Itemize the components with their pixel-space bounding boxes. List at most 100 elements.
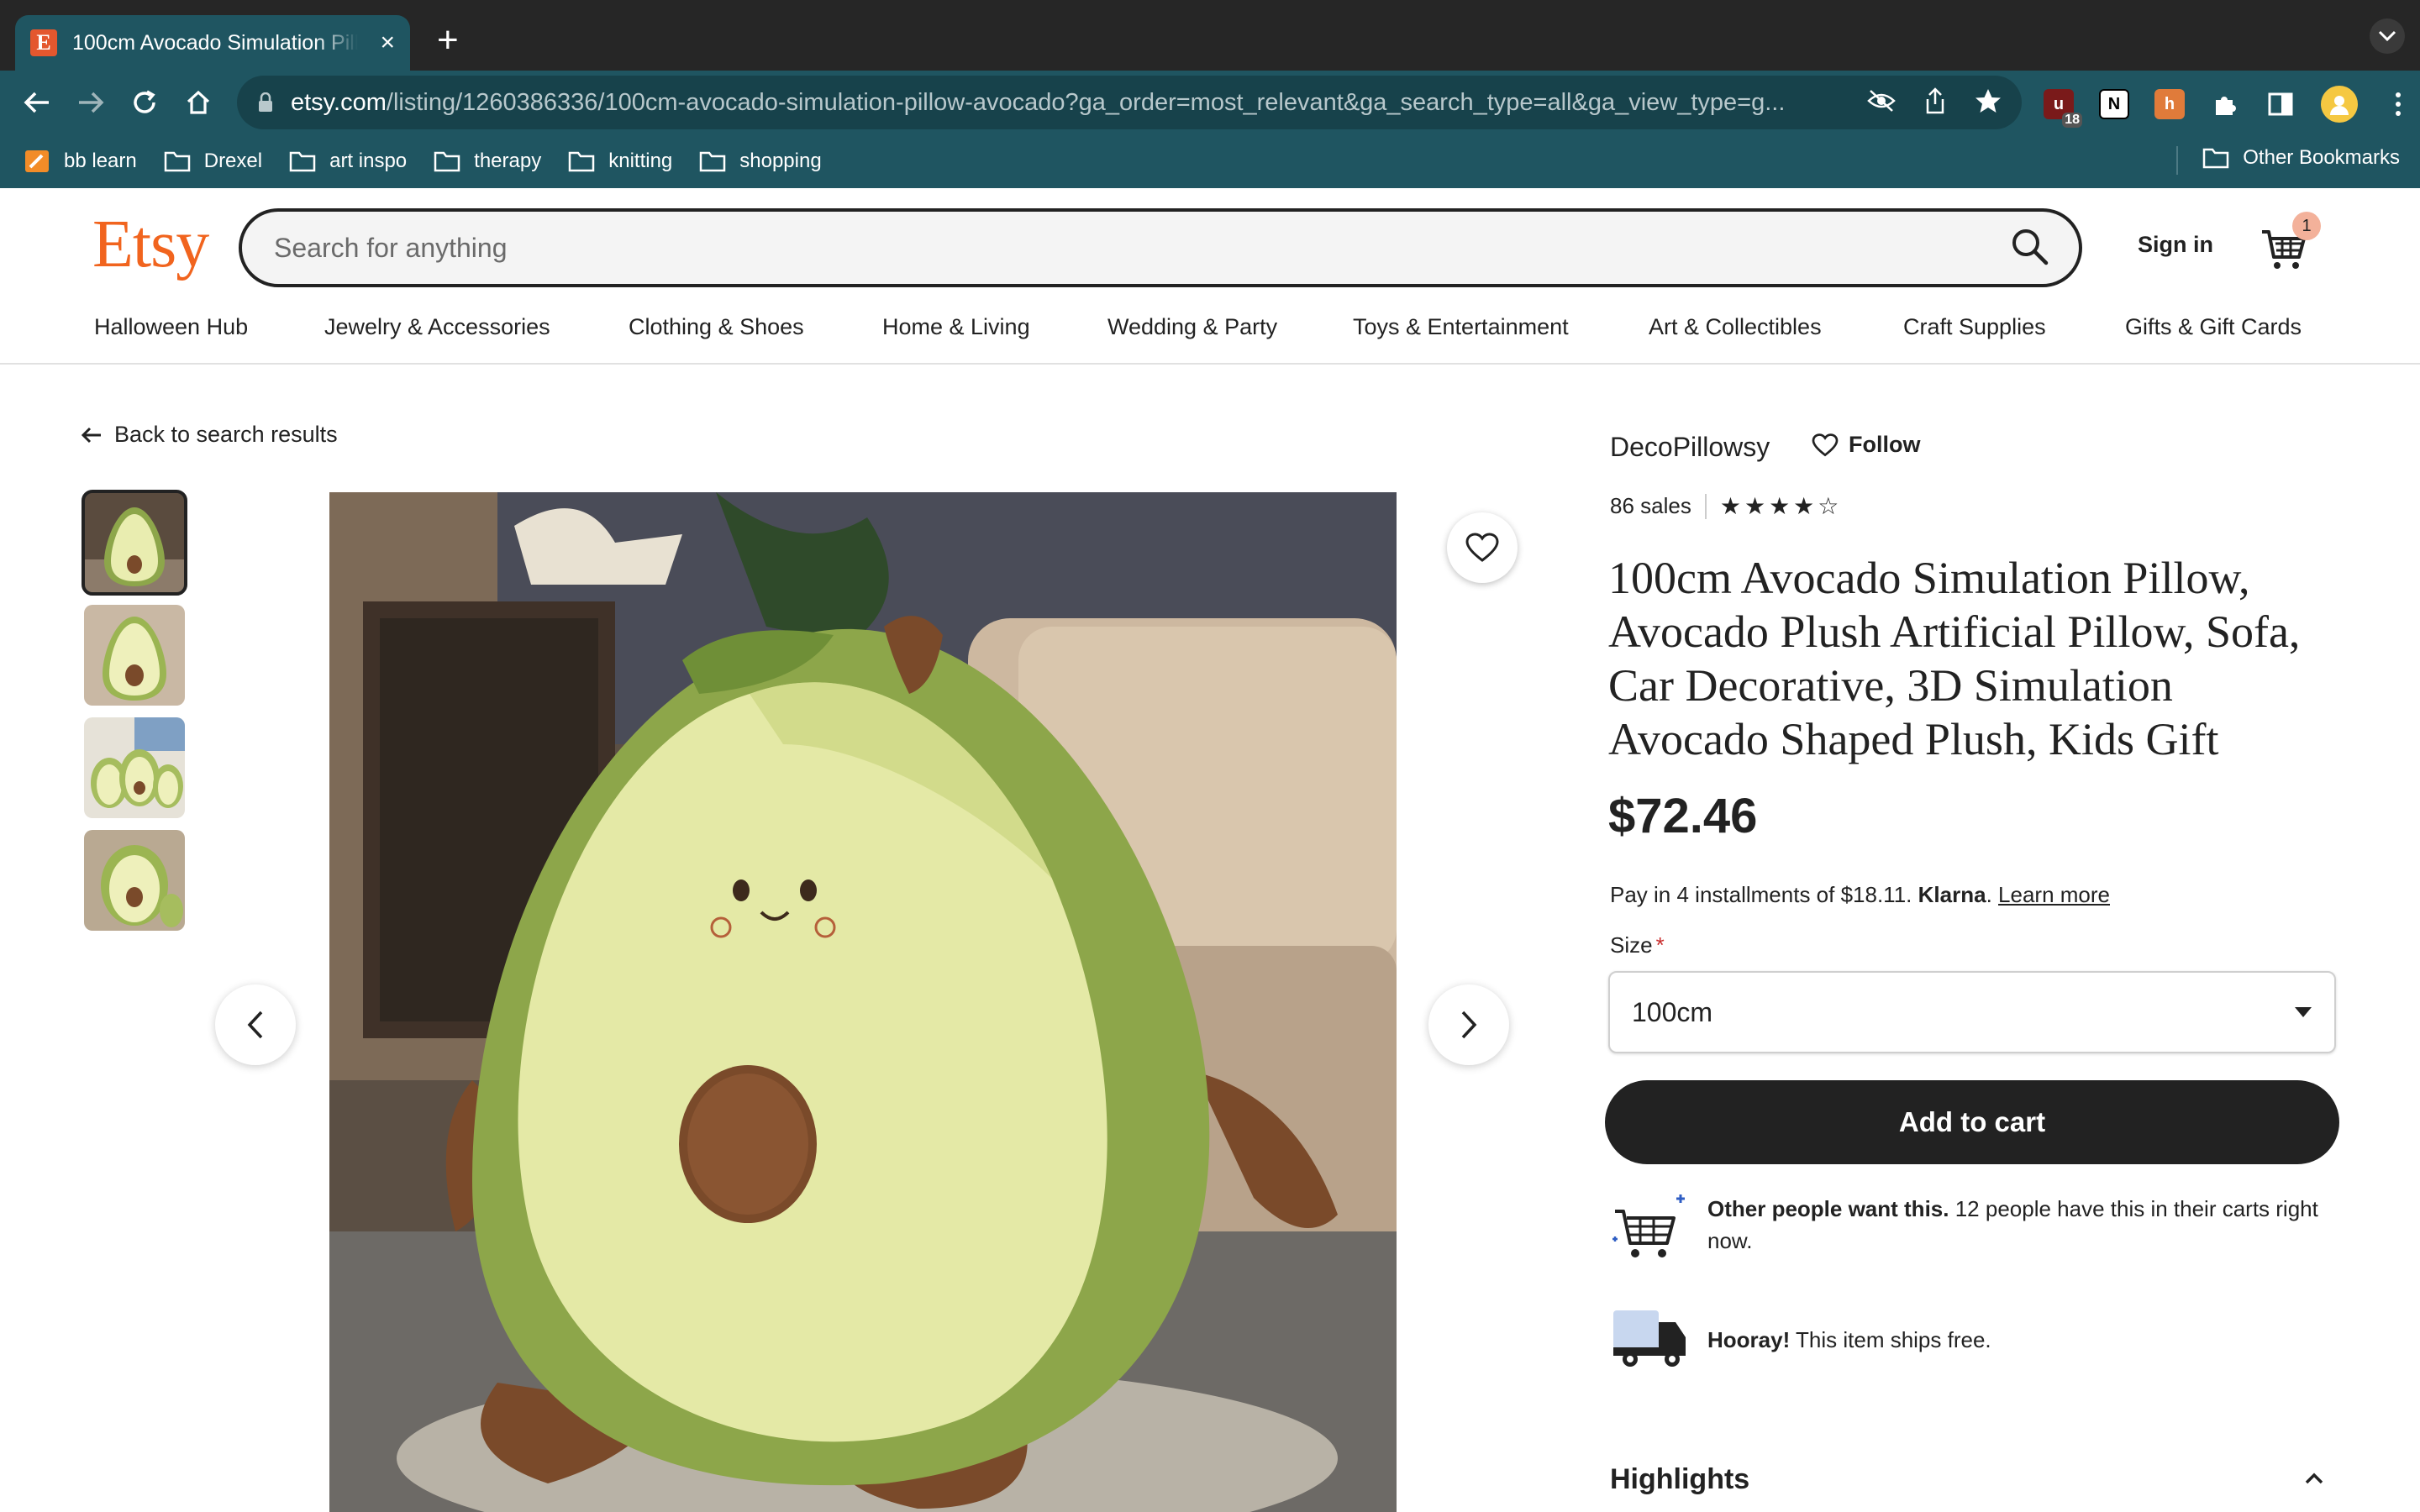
klarna-text: Pay in 4 installments of $18.11. — [1610, 882, 1912, 907]
reload-icon[interactable] — [124, 82, 165, 123]
forward-arrow-icon[interactable] — [71, 82, 111, 123]
pencil-icon — [25, 150, 49, 172]
thumbnail-4[interactable] — [84, 830, 185, 931]
tab-search-chevron-icon[interactable] — [2370, 18, 2405, 54]
category-craft-supplies[interactable]: Craft Supplies — [1903, 314, 2125, 340]
category-wedding-party[interactable]: Wedding & Party — [1107, 314, 1353, 340]
size-label-text: Size — [1610, 932, 1653, 958]
folder-icon — [2203, 148, 2229, 169]
category-home-living[interactable]: Home & Living — [882, 314, 1107, 340]
follow-shop-button[interactable]: Follow — [1812, 432, 1920, 458]
category-art-collectibles[interactable]: Art & Collectibles — [1649, 314, 1903, 340]
delivery-truck-icon — [1613, 1310, 1686, 1367]
back-to-search-link[interactable]: Back to search results — [81, 422, 338, 448]
star-filled-icon: ★ — [1719, 493, 1741, 519]
category-nav: Halloween Hub Jewelry & Accessories Clot… — [94, 314, 2302, 340]
bookmark-folder-therapy[interactable]: therapy — [434, 150, 541, 173]
product-main-image[interactable] — [329, 492, 1397, 1512]
follow-label: Follow — [1849, 432, 1921, 457]
category-gifts-gift-cards[interactable]: Gifts & Gift Cards — [2125, 314, 2302, 340]
next-image-button[interactable] — [1428, 984, 1509, 1065]
search-icon[interactable] — [2010, 227, 2049, 270]
klarna-logo: Klarna — [1918, 882, 1986, 907]
kebab-menu-icon[interactable] — [2383, 89, 2413, 119]
folder-icon — [568, 151, 595, 172]
share-icon[interactable] — [1924, 87, 1946, 118]
highlights-heading[interactable]: Highlights — [1610, 1463, 1749, 1496]
category-toys-entertainment[interactable]: Toys & Entertainment — [1353, 314, 1649, 340]
new-tab-plus-icon[interactable]: + — [437, 22, 459, 59]
shop-stats: 86 sales ★ ★ ★ ★ ☆ — [1610, 492, 1839, 520]
profile-avatar-icon[interactable] — [2321, 86, 2358, 123]
chevron-right-icon — [1461, 1011, 1477, 1039]
thumbnail-3[interactable] — [84, 717, 185, 818]
star-filled-icon: ★ — [1769, 493, 1791, 519]
back-link-label: Back to search results — [114, 422, 338, 447]
lock-icon[interactable] — [254, 91, 277, 114]
bookmark-label: art inspo — [329, 150, 408, 172]
sign-in-link[interactable]: Sign in — [2138, 232, 2213, 258]
browser-toolbar: etsy.com/listing/1260386336/100cm-avocad… — [0, 71, 2420, 134]
klarna-installments: Pay in 4 installments of $18.11. Klarna.… — [1610, 882, 2110, 908]
back-arrow-icon[interactable] — [17, 82, 57, 123]
star-rating[interactable]: ★ ★ ★ ★ ☆ — [1720, 492, 1839, 520]
heart-icon — [1465, 533, 1499, 562]
other-bookmarks-folder[interactable]: Other Bookmarks — [2202, 146, 2400, 170]
klarna-period: . — [1986, 882, 1992, 907]
bookmarks-bar: bb learn Drexel art inspo therapy knitti… — [0, 134, 2420, 188]
bookmark-star-icon[interactable] — [1975, 88, 2002, 118]
eye-slash-icon[interactable] — [1867, 89, 1896, 117]
size-selected-value: 100cm — [1632, 996, 1713, 1027]
folder-icon — [289, 151, 316, 172]
previous-image-button[interactable] — [215, 984, 296, 1065]
required-asterisk: * — [1655, 932, 1665, 958]
chevron-left-icon — [247, 1011, 263, 1039]
close-tab-icon[interactable]: × — [380, 30, 395, 55]
etsy-logo[interactable]: Etsy — [92, 207, 209, 283]
notion-extension-icon[interactable]: N — [2099, 89, 2129, 119]
cart-count-badge: 1 — [2292, 212, 2321, 240]
favorite-heart-button[interactable] — [1447, 512, 1518, 583]
category-jewelry-accessories[interactable]: Jewelry & Accessories — [324, 314, 629, 340]
folder-icon — [700, 151, 726, 172]
bookmark-folder-shopping[interactable]: shopping — [699, 150, 822, 173]
ublock-extension-icon[interactable]: u 18 — [2044, 89, 2082, 128]
listing-title: 100cm Avocado Simulation Pillow, Avocado… — [1608, 553, 2301, 764]
caret-down-icon — [2295, 1007, 2312, 1017]
bookmark-bb-learn[interactable]: bb learn — [24, 150, 137, 173]
other-bookmarks-label: Other Bookmarks — [2243, 146, 2400, 169]
bookmark-folder-drexel[interactable]: Drexel — [164, 150, 262, 173]
header-divider — [0, 363, 2420, 365]
thumbnail-2[interactable] — [84, 605, 185, 706]
star-filled-icon: ★ — [1793, 493, 1815, 519]
browser-tab-active[interactable]: E 100cm Avocado Simulation Pillow, Avoca… — [15, 15, 410, 71]
star-empty-icon: ☆ — [1818, 493, 1839, 519]
bookmark-label: therapy — [474, 150, 542, 172]
add-to-cart-button[interactable]: Add to cart — [1605, 1080, 2339, 1164]
free-shipping-text: Hooray! This item ships free. — [1707, 1327, 1991, 1352]
bookmark-folder-art-inspo[interactable]: art inspo — [289, 150, 407, 173]
free-shipping-signal: Hooray! This item ships free. — [1610, 1304, 2329, 1374]
thumbnail-1[interactable] — [82, 490, 187, 596]
size-select[interactable]: 100cm — [1608, 971, 2336, 1053]
category-halloween-hub[interactable]: Halloween Hub — [94, 314, 324, 340]
puzzle-extensions-icon[interactable] — [2210, 89, 2240, 119]
chevron-up-icon[interactable] — [2304, 1472, 2324, 1485]
url-text: etsy.com/listing/1260386336/100cm-avocad… — [291, 88, 1786, 116]
sidebar-toggle-icon[interactable] — [2265, 89, 2296, 119]
address-bar[interactable]: etsy.com/listing/1260386336/100cm-avocad… — [237, 76, 2022, 129]
bookmark-label: Drexel — [203, 150, 263, 172]
bookmark-folder-knitting[interactable]: knitting — [568, 150, 672, 173]
shop-name-link[interactable]: DecoPillowsy — [1610, 432, 1770, 463]
honey-extension-icon[interactable]: h — [2154, 89, 2185, 119]
bookmarks-divider — [2176, 146, 2178, 175]
demand-signal-text: Other people want this. 12 people have t… — [1707, 1196, 2318, 1253]
bookmark-label: shopping — [739, 150, 822, 172]
extension-badge: 18 — [2062, 113, 2082, 128]
category-clothing-shoes[interactable]: Clothing & Shoes — [629, 314, 882, 340]
search-input[interactable] — [274, 232, 2010, 264]
home-icon[interactable] — [178, 82, 218, 123]
heart-icon — [1812, 433, 1839, 456]
search-bar — [239, 208, 2082, 287]
klarna-learn-more-link[interactable]: Learn more — [1998, 882, 2110, 907]
